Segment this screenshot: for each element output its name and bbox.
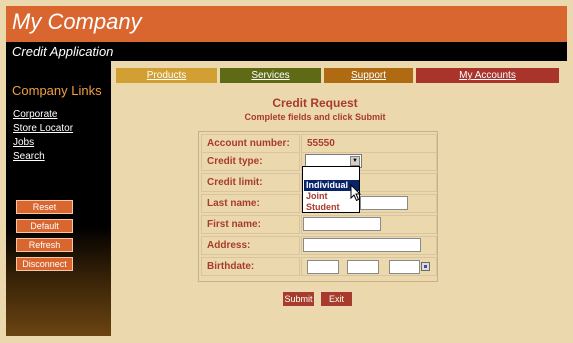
sidebar-link-search[interactable]: Search <box>13 151 45 162</box>
credit-type-option-student[interactable]: Student <box>304 202 359 213</box>
birthdate-year-field[interactable] <box>389 260 420 274</box>
page-subtitle: Credit Application <box>12 44 114 59</box>
row-account-number: Account number: 55550 <box>201 134 437 153</box>
label-address: Address: <box>201 236 300 255</box>
default-button[interactable]: Default <box>16 219 73 233</box>
last-name-field[interactable] <box>360 196 408 210</box>
first-name-field[interactable] <box>303 217 381 231</box>
row-first-name: First name: <box>201 215 437 234</box>
birthdate-month-field[interactable] <box>307 260 339 274</box>
mouse-pointer-icon <box>350 184 362 202</box>
tab-my-accounts[interactable]: My Accounts <box>416 68 559 83</box>
sidebar-link-corporate[interactable]: Corporate <box>13 109 57 120</box>
sidebar-title: Company Links <box>12 83 102 98</box>
label-first-name: First name: <box>201 215 300 234</box>
label-account-number: Account number: <box>201 134 300 153</box>
app-title: My Company <box>12 9 142 34</box>
tab-products[interactable]: Products <box>116 68 217 83</box>
disconnect-button[interactable]: Disconnect <box>16 257 73 271</box>
label-credit-limit: Credit limit: <box>201 173 300 192</box>
sidebar: Company Links Corporate Store Locator Jo… <box>6 61 111 336</box>
form-subtitle: Complete fields and click Submit <box>244 112 386 122</box>
row-birthdate: Birthdate: <box>201 257 437 276</box>
header-bar: My Company <box>6 6 567 42</box>
subheader-bar: Credit Application <box>6 42 567 61</box>
credit-type-option-blank[interactable] <box>304 168 359 179</box>
address-field[interactable] <box>303 238 421 252</box>
submit-button[interactable]: Submit <box>282 291 315 307</box>
label-credit-type: Credit type: <box>201 152 300 171</box>
calendar-icon[interactable] <box>421 262 430 271</box>
sidebar-link-jobs[interactable]: Jobs <box>13 137 34 148</box>
chevron-down-icon[interactable]: ▼ <box>350 156 360 166</box>
exit-button[interactable]: Exit <box>320 291 353 307</box>
tab-support[interactable]: Support <box>324 68 413 83</box>
label-birthdate: Birthdate: <box>201 257 300 276</box>
sidebar-link-store-locator[interactable]: Store Locator <box>13 123 73 134</box>
reset-button[interactable]: Reset <box>16 200 73 214</box>
row-address: Address: <box>201 236 437 255</box>
account-number-value: 55550 <box>301 134 437 153</box>
label-last-name: Last name: <box>201 194 300 213</box>
tab-services[interactable]: Services <box>220 68 321 83</box>
birthdate-day-field[interactable] <box>347 260 379 274</box>
form-title: Credit Request <box>272 96 358 110</box>
refresh-button[interactable]: Refresh <box>16 238 73 252</box>
